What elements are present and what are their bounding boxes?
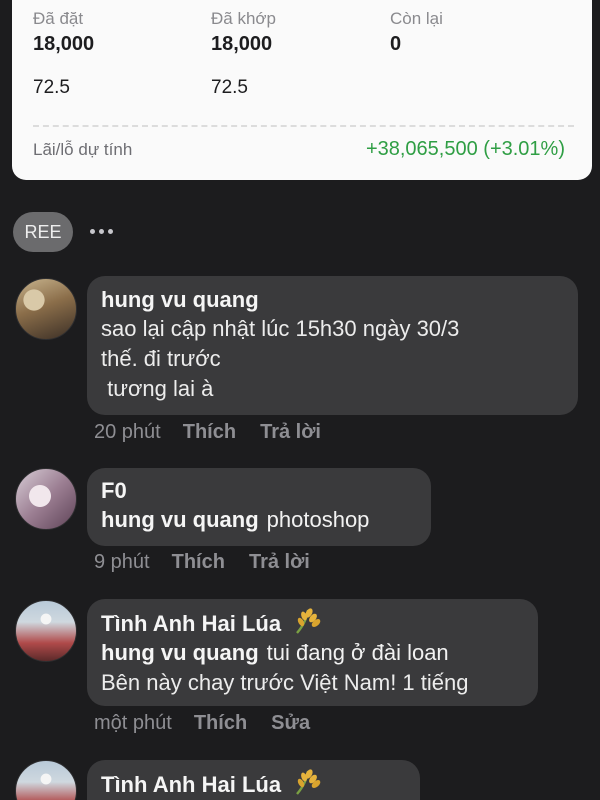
estimated-pnl-label: Lãi/lỗ dự tính	[33, 140, 133, 159]
edit-button[interactable]: Sửa	[271, 712, 310, 735]
mention-tag[interactable]: hung vu quang	[101, 640, 259, 665]
estimated-pnl-value: +38,065,500 (+3.01%)	[365, 138, 565, 160]
comment-text-line: sao lại cập nhật lúc 15h30 ngày 30/3	[101, 316, 460, 341]
comment-meta: 20 phút Thích Trả lời	[94, 421, 345, 444]
comment-bubble: Tình Anh Hai Lúa	[87, 760, 420, 800]
placed-quantity: 18,000	[33, 33, 95, 55]
comment-time: một phút	[94, 712, 172, 734]
comment-meta: một phút Thích Sửa	[94, 712, 334, 735]
comment-bubble: hung vu quang sao lại cập nhật lúc 15h30…	[87, 276, 578, 415]
avatar[interactable]	[15, 468, 77, 530]
comment-text-line: thế. đi trước	[101, 346, 221, 371]
avatar[interactable]	[15, 600, 77, 662]
more-horizontal-icon[interactable]	[84, 216, 118, 246]
comment-author[interactable]: hung vu quang	[101, 286, 564, 314]
mention-tag[interactable]: hung vu quang	[101, 507, 259, 532]
avatar[interactable]	[15, 278, 77, 340]
reply-button[interactable]: Trả lời	[260, 421, 321, 444]
comment-text-line: Bên này chay trước Việt Nam! 1 tiếng	[101, 670, 469, 695]
order-summary-card: Đã đặt Đã khớp Còn lại 18,000 18,000 0 7…	[12, 0, 592, 180]
remaining-label: Còn lại	[390, 9, 443, 28]
like-button[interactable]: Thích	[194, 712, 247, 735]
comment-time: 9 phút	[94, 551, 150, 573]
comment-text: tui đang ở đài loan	[266, 640, 449, 665]
comment-author[interactable]: Tình Anh Hai Lúa	[101, 772, 281, 797]
matched-price: 72.5	[211, 77, 248, 98]
matched-label: Đã khớp	[211, 9, 277, 28]
ticker-chip[interactable]: REE	[13, 212, 73, 252]
comment-text: photoshop	[266, 507, 370, 532]
rice-plant-icon	[296, 608, 321, 634]
comment-author[interactable]: F0	[101, 477, 417, 505]
placed-price: 72.5	[33, 77, 70, 98]
like-button[interactable]: Thích	[183, 421, 236, 444]
rice-plant-icon	[296, 769, 321, 795]
comment-author[interactable]: Tình Anh Hai Lúa	[101, 611, 281, 636]
comment-bubble: F0 hung vu quang photoshop	[87, 468, 431, 546]
matched-quantity: 18,000	[211, 33, 273, 55]
card-divider	[33, 125, 574, 127]
remaining-quantity: 0	[390, 33, 402, 55]
comment-meta: 9 phút Thích Trả lời	[94, 551, 334, 574]
like-button[interactable]: Thích	[172, 551, 225, 574]
comment-bubble: Tình Anh Hai Lúa hung vu quang tui đang ở…	[87, 599, 538, 706]
avatar[interactable]	[15, 760, 77, 800]
comment-text-line: tương lai à	[101, 376, 214, 401]
placed-label: Đã đặt	[33, 9, 84, 28]
comment-time: 20 phút	[94, 421, 161, 443]
reply-button[interactable]: Trả lời	[249, 551, 310, 574]
